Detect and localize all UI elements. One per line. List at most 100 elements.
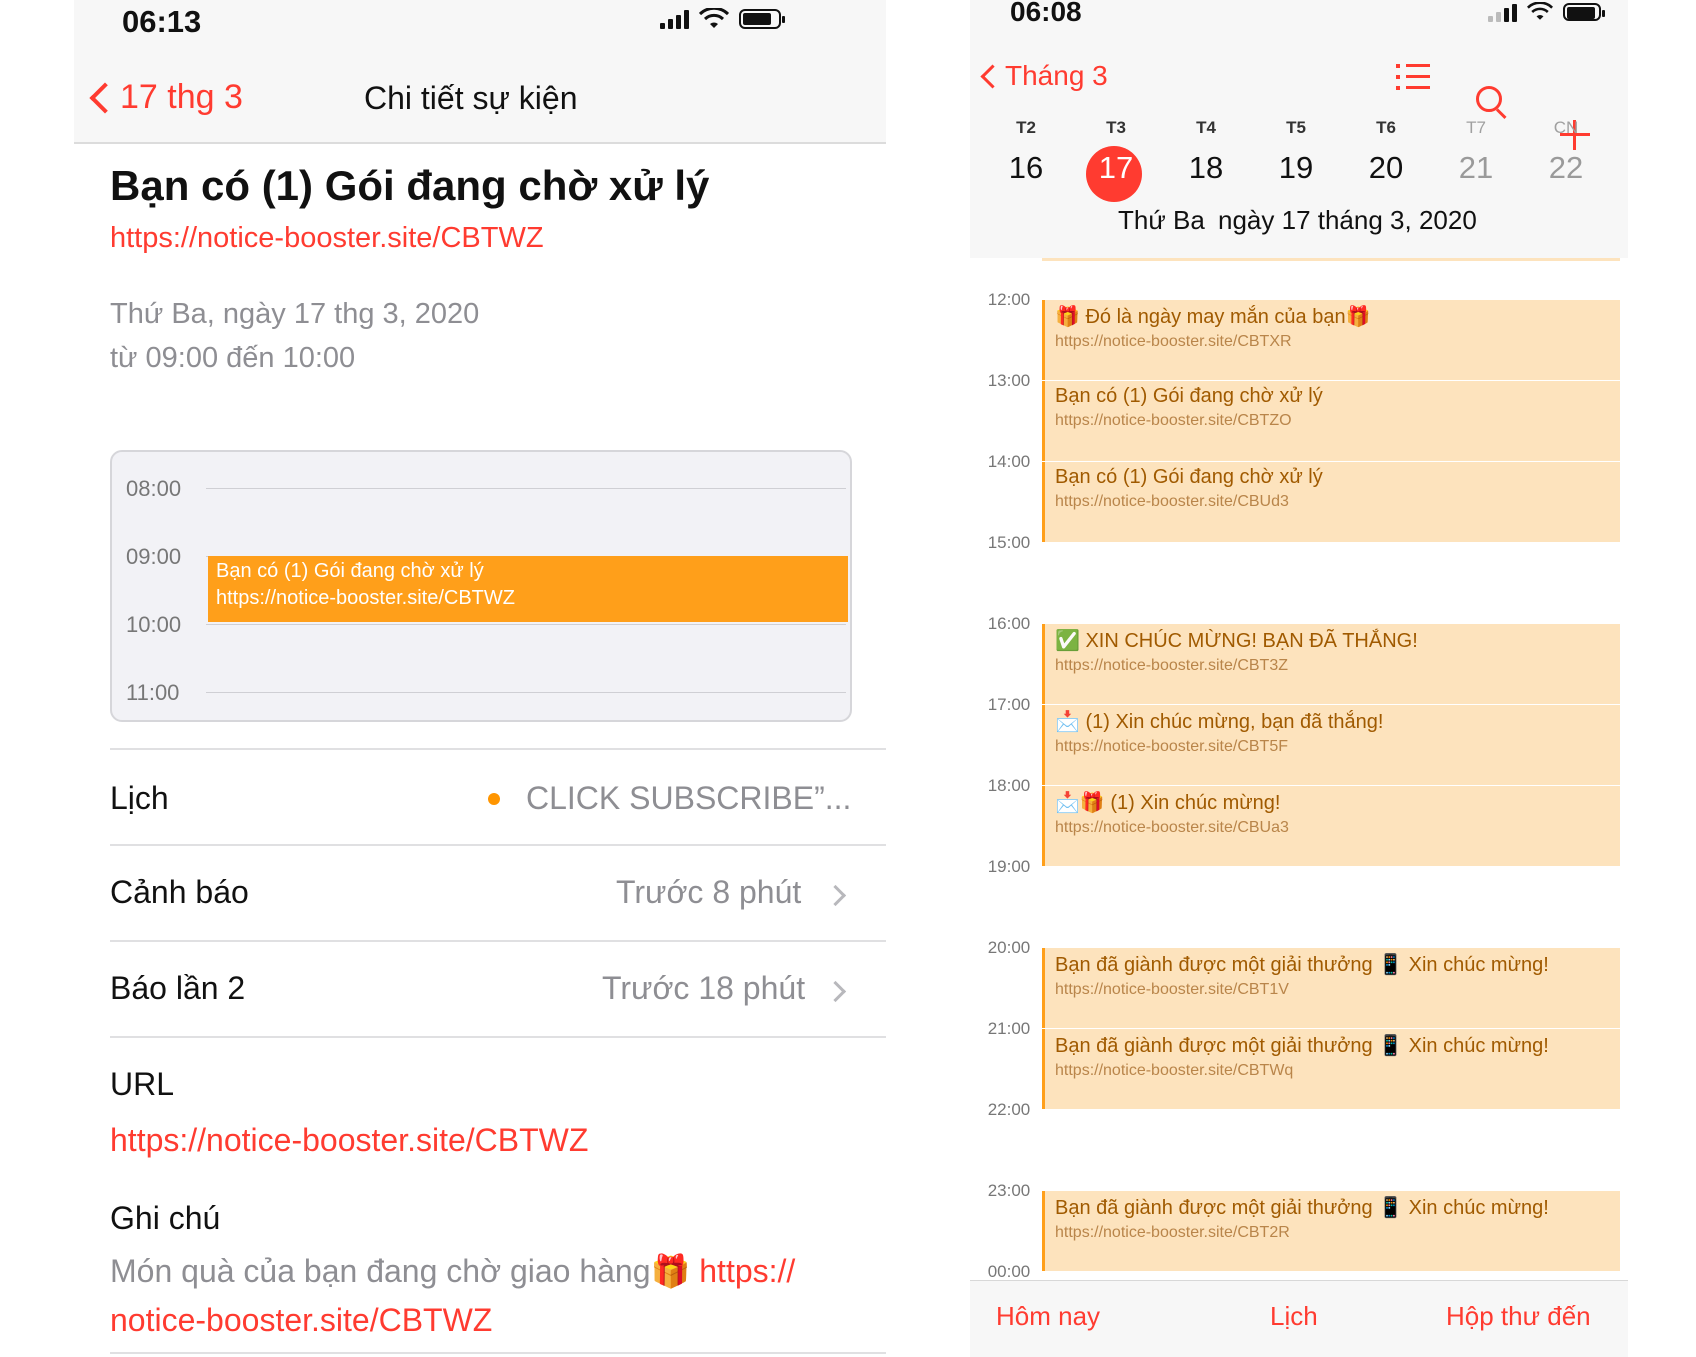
- signal-icon: [1488, 2, 1517, 22]
- day-number[interactable]: 19: [1266, 150, 1326, 186]
- mini-hour-label: 11:00: [126, 680, 180, 705]
- back-button[interactable]: 17 thg 3: [89, 78, 243, 117]
- back-label: 17 thg 3: [120, 78, 243, 116]
- battery-icon: [739, 9, 785, 29]
- hour-label: 17:00: [987, 695, 1031, 714]
- hour-label: 00:00: [987, 1262, 1031, 1281]
- calendar-event[interactable]: Bạn đã giành được một giải thưởng 📱 Xin …: [1042, 1191, 1620, 1271]
- notes-link-part-2[interactable]: notice-booster.site/CBTWZ: [110, 1302, 492, 1339]
- hour-line: [206, 488, 846, 489]
- event-url-link[interactable]: https://notice-booster.site/CBTWZ: [110, 222, 544, 255]
- calendar-event[interactable]: Bạn đã giành được một giải thưởng 📱 Xin …: [1042, 948, 1620, 1028]
- mini-hour-label: 10:00: [126, 612, 182, 637]
- hour-label: 18:00: [987, 776, 1031, 795]
- row-label: Báo lần 2: [110, 970, 246, 1006]
- bottom-tab-bar: Hôm nay Lịch Hộp thư đến: [970, 1280, 1628, 1357]
- event-url: https://notice-booster.site/CBUd3: [1055, 493, 1289, 510]
- calendar-event[interactable]: Bạn có (1) Gói đang chờ xử lý https://no…: [1042, 381, 1620, 461]
- day-number[interactable]: 22: [1536, 150, 1596, 186]
- tab-inbox[interactable]: Hộp thư đến: [1446, 1301, 1591, 1332]
- weekday-label: T3: [1106, 118, 1126, 137]
- hour-label: 20:00: [987, 938, 1031, 957]
- list-view-icon[interactable]: [1396, 64, 1430, 90]
- event-url: https://notice-booster.site/CBTXR: [1055, 333, 1292, 350]
- hour-label: 21:00: [987, 1019, 1031, 1038]
- notes-label: Ghi chú: [110, 1200, 221, 1236]
- alert-value: Trước 8 phút: [616, 874, 802, 910]
- hour-label: 16:00: [987, 614, 1031, 633]
- alert-row[interactable]: Cảnh báo Trước 8 phút: [110, 844, 886, 940]
- second-alert-row[interactable]: Báo lần 2 Trước 18 phút: [110, 940, 886, 1036]
- url-label: URL: [110, 1066, 175, 1102]
- event-title: Bạn đã giành được một giải thưởng 📱 Xin …: [1055, 1035, 1549, 1057]
- wifi-icon: [1527, 2, 1553, 20]
- left-top-bar: 06:13 17 thg 3 Chi tiết sự kiện: [74, 0, 886, 144]
- battery-icon: [1563, 3, 1605, 21]
- event-title: Bạn có (1) Gói đang chờ xử lý: [1055, 385, 1323, 407]
- selected-date: ngày 17 tháng 3, 2020: [1218, 205, 1477, 235]
- notes-link-part-1[interactable]: https://: [699, 1253, 795, 1289]
- chevron-left-icon: [980, 63, 1005, 89]
- hour-label: 13:00: [987, 371, 1031, 390]
- event-url: https://notice-booster.site/CBUa3: [1055, 819, 1289, 836]
- day-number[interactable]: 21: [1446, 150, 1506, 186]
- row-label: Lịch: [110, 780, 169, 816]
- event-title: 🎁 Đó là ngày may mắn của bạn🎁: [1055, 306, 1371, 328]
- event-time: từ 09:00 đến 10:00: [110, 342, 356, 374]
- event-title: ✅ XIN CHÚC MỪNG! BẠN ĐÃ THẮNG!: [1055, 630, 1418, 652]
- mini-day-calendar[interactable]: 08:00 09:00 10:00 11:00 Bạn có (1) Gói đ…: [110, 450, 852, 722]
- day-number[interactable]: 16: [996, 150, 1056, 186]
- event-url: https://notice-booster.site/CBTWq: [1055, 1062, 1294, 1079]
- day-number[interactable]: 20: [1356, 150, 1416, 186]
- right-phone-screen: 06:08 Tháng 3 T2 T3 T4 T5 T6 T7 CN 16 17…: [970, 0, 1628, 1357]
- second-alert-value: Trước 18 phút: [602, 970, 806, 1006]
- calendar-color-dot: [488, 792, 500, 805]
- weekday-label: T5: [1286, 118, 1306, 137]
- wifi-icon: [699, 8, 729, 28]
- search-icon[interactable]: [1476, 86, 1508, 118]
- calendar-event[interactable]: ✅ XIN CHÚC MỪNG! BẠN ĐÃ THẮNG! https://n…: [1042, 624, 1620, 704]
- tab-today[interactable]: Hôm nay: [996, 1301, 1100, 1332]
- status-icons: [1488, 2, 1605, 22]
- day-number[interactable]: 18: [1176, 150, 1236, 186]
- weekday-label: CN: [1553, 118, 1579, 137]
- mini-calendar-event[interactable]: Bạn có (1) Gói đang chờ xử lý https://no…: [208, 556, 848, 622]
- status-icons: [660, 8, 785, 30]
- hour-line: [206, 624, 846, 625]
- nav-title: Chi tiết sự kiện: [364, 80, 578, 116]
- divider: [110, 1352, 886, 1354]
- status-time: 06:08: [1010, 0, 1082, 27]
- event-url: https://notice-booster.site/CBT1V: [1055, 981, 1289, 998]
- hour-label: 14:00: [987, 452, 1031, 471]
- event-url: https://notice-booster.site/CBT5F: [1055, 738, 1288, 755]
- hour-label: 15:00: [987, 533, 1031, 552]
- calendar-event[interactable]: 📩🎁 (1) Xin chúc mừng! https://notice-boo…: [1042, 786, 1620, 866]
- weekday-label: T6: [1376, 118, 1396, 137]
- mini-event-title: Bạn có (1) Gói đang chờ xử lý: [216, 560, 484, 582]
- status-time: 06:13: [122, 4, 202, 39]
- day-number-today[interactable]: 17: [1086, 150, 1146, 186]
- hour-line: [206, 692, 846, 693]
- event-url: https://notice-booster.site/CBT2R: [1055, 1224, 1290, 1241]
- notes-line-1: Món quà của bạn đang chờ giao hàng🎁 http…: [110, 1252, 795, 1290]
- hour-label: 23:00: [987, 1181, 1031, 1200]
- event-title: Bạn đã giành được một giải thưởng 📱 Xin …: [1055, 954, 1549, 976]
- url-link[interactable]: https://notice-booster.site/CBTWZ: [110, 1122, 588, 1159]
- event-title: 📩🎁 (1) Xin chúc mừng!: [1055, 792, 1281, 814]
- mini-hour-label: 08:00: [126, 476, 182, 501]
- tab-calendars[interactable]: Lịch: [1270, 1301, 1318, 1332]
- mini-event-url: https://notice-booster.site/CBTWZ: [216, 587, 515, 609]
- event-continuation: [1042, 258, 1620, 261]
- calendar-event[interactable]: Bạn đã giành được một giải thưởng 📱 Xin …: [1042, 1029, 1620, 1109]
- signal-icon: [660, 9, 689, 29]
- month-back-label: Tháng 3: [1005, 60, 1108, 91]
- weekday-label: T7: [1466, 118, 1486, 137]
- month-back-button[interactable]: Tháng 3: [980, 60, 1108, 92]
- calendar-event[interactable]: 🎁 Đó là ngày may mắn của bạn🎁 https://no…: [1042, 300, 1620, 380]
- calendar-event[interactable]: Bạn có (1) Gói đang chờ xử lý https://no…: [1042, 462, 1620, 542]
- notes-text: Món quà của bạn đang chờ giao hàng🎁: [110, 1253, 691, 1289]
- calendar-row[interactable]: Lịch CLICK SUBSCRIBE”...: [110, 748, 886, 844]
- calendar-event[interactable]: 📩 (1) Xin chúc mừng, bạn đã thắng! https…: [1042, 705, 1620, 785]
- selected-weekday: Thứ Ba: [1118, 205, 1205, 235]
- mini-hour-label: 09:00: [126, 544, 182, 569]
